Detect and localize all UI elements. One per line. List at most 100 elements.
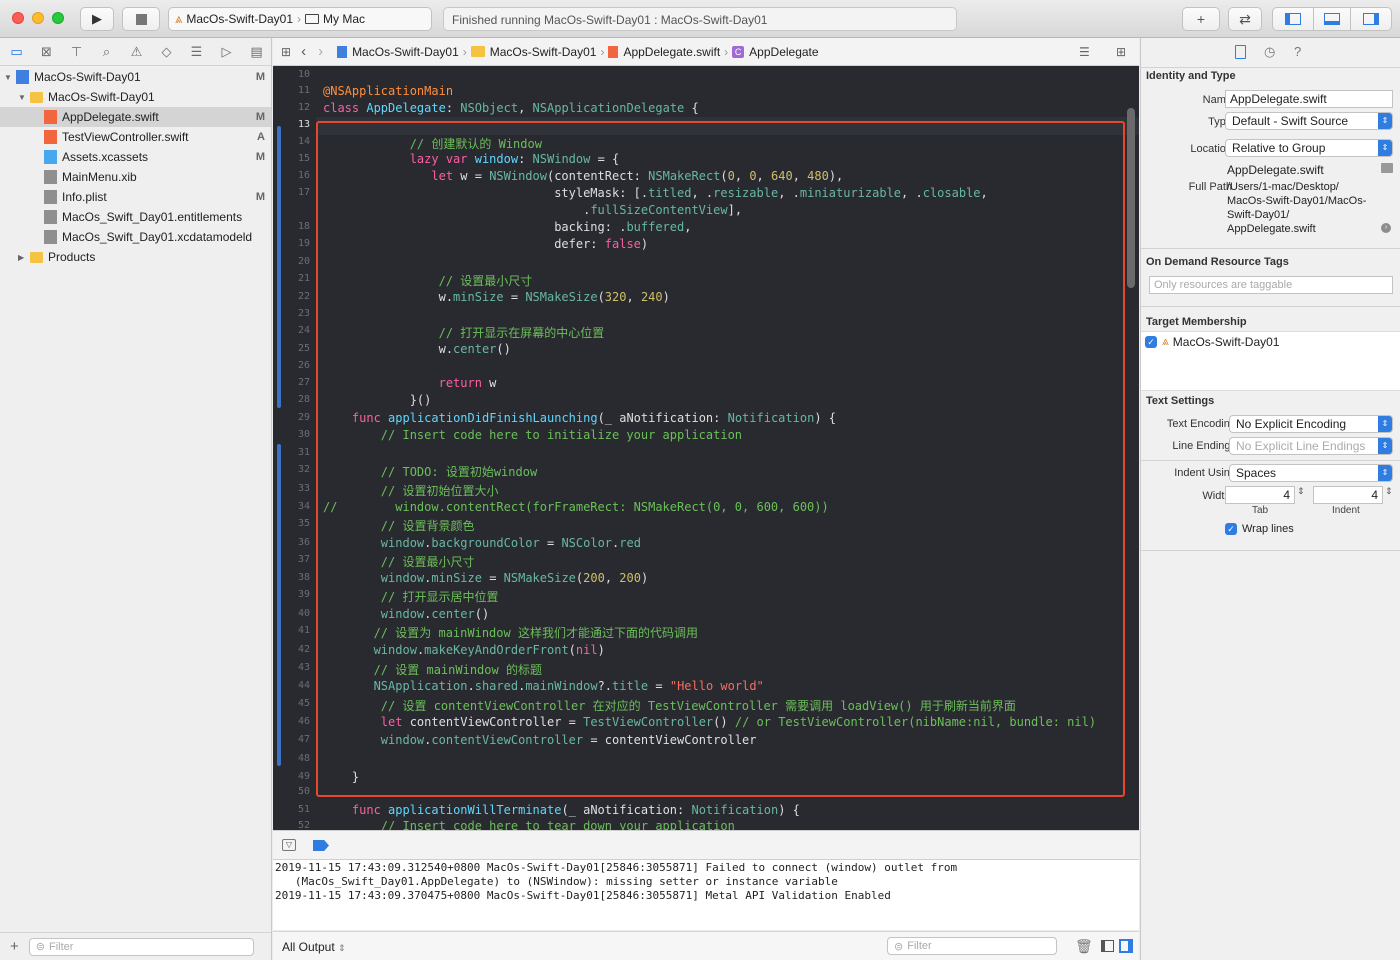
library-button[interactable]: + — [1182, 7, 1220, 31]
disclosure-triangle-icon[interactable]: ▼ — [4, 73, 16, 82]
code-token: // 设置 contentViewController 在对应的 TestVie… — [380, 699, 1016, 713]
file-tree-item[interactable]: Assets.xcassets M — [0, 147, 271, 167]
code-line: // Insert code here to initialize your a… — [323, 428, 742, 442]
encoding-label: Text Encoding — [1166, 418, 1236, 430]
code-token: // window.contentRect(forFrameRect: NSMa… — [323, 500, 829, 514]
zoom-window-button[interactable] — [52, 12, 64, 24]
toggle-navigator-button[interactable] — [1272, 7, 1314, 31]
target-row[interactable]: ✓ ⩓ MacOs-Swift-Day01 — [1145, 334, 1279, 349]
hide-debug-area-icon[interactable]: ▽ — [282, 839, 296, 851]
code-token: window — [380, 607, 425, 621]
file-tree-item[interactable]: ▼ MacOs-Swift-Day01 — [0, 87, 271, 107]
folder-browse-icon[interactable] — [1381, 163, 1393, 173]
source-control-icon[interactable]: ⊠ — [36, 43, 57, 61]
file-tree-item[interactable]: MacOs_Swift_Day01.xcdatamodeld — [0, 227, 271, 247]
indent-width-field[interactable]: 4 — [1313, 486, 1383, 504]
code-token: , — [518, 101, 533, 115]
file-tree-item[interactable]: ▼ MacOs-Swift-Day01 M — [0, 67, 271, 87]
console-output[interactable]: 2019-11-15 17:43:09.312540+0800 MacOs-Sw… — [273, 860, 1139, 930]
tab-width-field[interactable]: 4 — [1225, 486, 1295, 504]
test-icon[interactable]: ◇ — [156, 43, 177, 61]
console-view-icon[interactable] — [1119, 939, 1133, 953]
wrap-lines-checkbox[interactable]: ✓ Wrap lines — [1225, 523, 1294, 535]
type-popup[interactable]: Default - Swift Source ⇕ — [1225, 112, 1393, 130]
line-number: 43 — [297, 662, 310, 673]
scheme-selector[interactable]: ⩓ MacOs-Swift-Day01 › My Mac — [168, 7, 432, 31]
reveal-in-finder-icon[interactable]: › — [1381, 223, 1391, 233]
hierarchy-icon[interactable]: ⊤ — [66, 43, 87, 61]
code-token: nil — [575, 643, 598, 657]
right-panel-icon — [1363, 13, 1379, 25]
close-window-button[interactable] — [12, 12, 24, 24]
line-endings-popup[interactable]: No Explicit Line Endings ⇕ — [1229, 437, 1393, 455]
toggle-inspector-button[interactable] — [1350, 7, 1392, 31]
disclosure-triangle-icon[interactable]: ▼ — [18, 93, 30, 102]
file-tree-item[interactable]: AppDelegate.swift M — [0, 107, 271, 127]
odr-tags-input[interactable]: Only resources are taggable — [1149, 276, 1393, 294]
add-editor-icon[interactable]: ⊞ — [1116, 45, 1126, 59]
checkmark-icon[interactable]: ✓ — [1145, 335, 1157, 348]
indent-using-popup[interactable]: Spaces ⇕ — [1229, 464, 1393, 482]
code-line: } — [323, 770, 359, 784]
warning-icon[interactable]: ⚠ — [126, 43, 147, 61]
stop-button[interactable] — [122, 7, 160, 31]
name-field[interactable]: AppDelegate.swift — [1225, 90, 1393, 108]
breadcrumb-symbol[interactable]: AppDelegate — [749, 45, 818, 59]
indent-width-stepper-icon[interactable]: ⇕ — [1385, 486, 1393, 497]
code-token: : — [445, 101, 461, 115]
add-icon[interactable]: + — [10, 938, 19, 955]
trash-icon[interactable]: 🗑 — [1075, 938, 1093, 955]
history-inspector-icon[interactable]: ◷ — [1264, 44, 1275, 60]
code-line: backing: .buffered, — [323, 220, 691, 234]
file-tree-item[interactable]: MainMenu.xib — [0, 167, 271, 187]
tab-width-stepper-icon[interactable]: ⇕ — [1297, 486, 1305, 497]
run-button[interactable]: ▶ — [80, 7, 114, 31]
code-token: let — [431, 169, 454, 183]
file-tree-item[interactable]: MacOs_Swift_Day01.entitlements — [0, 207, 271, 227]
code-token: 200 — [583, 571, 605, 585]
help-inspector-icon[interactable]: ? — [1294, 44, 1301, 59]
variables-view-icon[interactable] — [1101, 940, 1114, 952]
file-tree-item[interactable]: ▶ Products — [0, 247, 271, 267]
file-tree-item[interactable]: TestViewController.swift A — [0, 127, 271, 147]
code-token: return — [438, 376, 482, 390]
code-line: // Insert code here to tear down your ap… — [323, 819, 735, 830]
text-settings-title: Text Settings — [1146, 395, 1215, 407]
breakpoints-toggle-icon[interactable] — [313, 840, 329, 851]
toggle-debug-area-button[interactable] — [1313, 7, 1351, 31]
file-tree-item[interactable]: Info.plist M — [0, 187, 271, 207]
forward-icon[interactable]: › — [318, 43, 323, 60]
code-token: lazy var — [409, 152, 468, 166]
output-selector[interactable]: All Output ⇕ — [282, 940, 346, 954]
report-icon[interactable]: ▤ — [246, 43, 267, 61]
location-popup[interactable]: Relative to Group ⇕ — [1225, 139, 1393, 157]
minimize-window-button[interactable] — [32, 12, 44, 24]
fullpath-label: Full Path — [1188, 181, 1232, 193]
code-editor[interactable]: 10 11 12 13 14 15 16 17 18 19 20 21 22 23 24 25 26 27 28 29… — [273, 66, 1139, 830]
search-icon[interactable]: ⌕ — [96, 43, 117, 61]
file-inspector-icon[interactable] — [1235, 45, 1246, 59]
editor-options-icon[interactable]: ☰ — [1079, 45, 1090, 59]
disclosure-triangle-icon[interactable]: ▶ — [18, 253, 30, 262]
line-number: 28 — [297, 394, 310, 405]
breadcrumb-group[interactable]: MacOs-Swift-Day01 — [490, 45, 597, 59]
encoding-popup[interactable]: No Explicit Encoding ⇕ — [1229, 415, 1393, 433]
line-number: 39 — [297, 589, 310, 600]
folder-icon[interactable]: ▭ — [6, 43, 27, 61]
debug-icon[interactable]: ☰ — [186, 43, 207, 61]
divider — [1141, 550, 1400, 551]
related-items-icon[interactable]: ⊞ — [281, 45, 291, 59]
line-number: 16 — [297, 170, 310, 181]
console-filter-input[interactable]: ⊜ Filter — [887, 937, 1057, 955]
code-token: minSize — [453, 290, 504, 304]
breadcrumb-project[interactable]: MacOs-Swift-Day01 — [352, 45, 459, 59]
navigator-filter-input[interactable]: ⊜ Filter — [28, 937, 254, 956]
code-review-button[interactable]: ⇄ — [1228, 7, 1262, 31]
breadcrumb-file[interactable]: AppDelegate.swift — [623, 45, 720, 59]
editor-scrollbar[interactable] — [1127, 108, 1135, 288]
back-icon[interactable]: ‹ — [301, 43, 306, 60]
code-token: = — [648, 679, 670, 693]
breakpoint-icon[interactable]: ▷ — [216, 43, 237, 61]
